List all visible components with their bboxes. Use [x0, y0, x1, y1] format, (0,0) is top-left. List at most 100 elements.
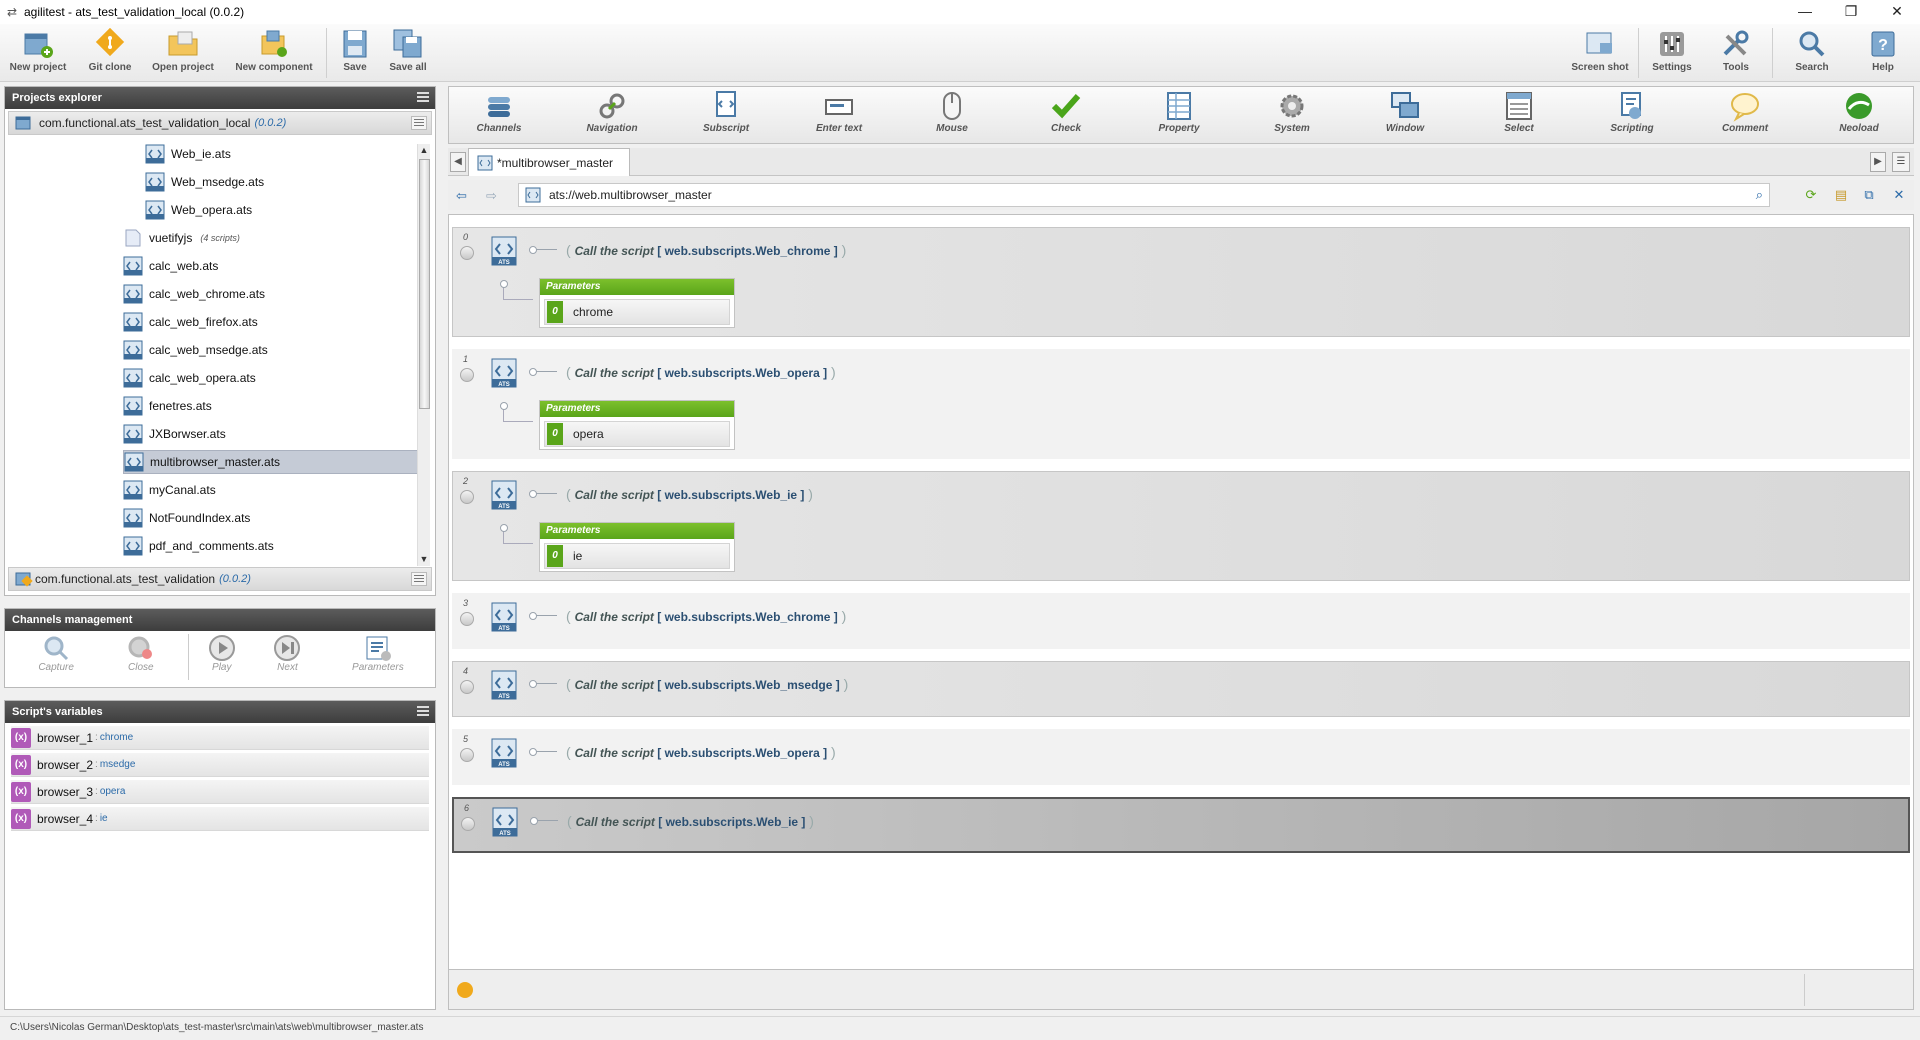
- scroll-thumb[interactable]: [419, 159, 430, 409]
- tab-multibrowser-master[interactable]: *multibrowser_master: [468, 148, 631, 176]
- action-select-button[interactable]: Select: [1469, 89, 1569, 134]
- screenshot-icon: [1586, 32, 1612, 54]
- tree-item[interactable]: NotFoundIndex.ats: [123, 506, 250, 530]
- action-row[interactable]: 5 ATS ( Call the script [ web.subscripts.W…: [452, 729, 1910, 785]
- script-reference[interactable]: [ web.subscripts.Web_chrome ]: [657, 610, 838, 624]
- script-reference[interactable]: [ web.subscripts.Web_opera ]: [657, 746, 827, 760]
- parameter-row[interactable]: 0 ie: [544, 543, 730, 569]
- parameter-row[interactable]: 0 chrome: [544, 299, 730, 325]
- action-scripting-button[interactable]: Scripting: [1582, 89, 1682, 134]
- tree-item[interactable]: fenetres.ats: [123, 394, 212, 418]
- tree-item[interactable]: vuetifyjs (4 scripts): [123, 226, 240, 250]
- action-select-radio[interactable]: [460, 612, 474, 626]
- scroll-down-icon[interactable]: ▼: [418, 553, 430, 566]
- tree-item[interactable]: multibrowser_master.ats: [123, 450, 420, 474]
- action-comment-button[interactable]: Comment: [1695, 89, 1795, 134]
- panel-menu-icon[interactable]: [417, 706, 429, 718]
- action-mouse-button[interactable]: Mouse: [902, 89, 1002, 134]
- save-button[interactable]: Save: [334, 26, 376, 80]
- play-button[interactable]: Play: [189, 631, 254, 683]
- action-row[interactable]: 0 ATS ( Call the script [ web.subscripts.W…: [452, 227, 1910, 337]
- tab-list-icon[interactable]: ☰: [1892, 152, 1910, 172]
- action-select-radio[interactable]: [461, 817, 475, 831]
- action-subscript-button[interactable]: Subscript: [676, 89, 776, 134]
- close-icon[interactable]: ✕: [1874, 0, 1920, 24]
- document-icon[interactable]: ▤: [1832, 186, 1850, 204]
- tree-item[interactable]: pdf_and_comments.ats: [123, 534, 274, 558]
- action-enter-text-button[interactable]: Enter text: [789, 89, 889, 134]
- git-clone-button[interactable]: Git clone: [78, 26, 142, 80]
- next-button[interactable]: Next: [254, 631, 321, 683]
- close-icon[interactable]: ✕: [1890, 186, 1908, 204]
- window-icon: [1391, 92, 1419, 118]
- project-row-local[interactable]: com.functional.ats_test_validation_local…: [8, 111, 432, 135]
- script-reference[interactable]: [ web.subscripts.Web_chrome ]: [657, 244, 838, 258]
- tree-scrollbar[interactable]: ▲ ▼: [417, 144, 430, 566]
- tree-item[interactable]: myCanal.ats: [123, 478, 216, 502]
- action-window-button[interactable]: Window: [1355, 89, 1455, 134]
- script-reference[interactable]: [ web.subscripts.Web_ie ]: [658, 815, 805, 829]
- panel-menu-icon[interactable]: [417, 92, 429, 104]
- save-all-button[interactable]: Save all: [384, 26, 432, 80]
- tools-button[interactable]: Tools: [1708, 26, 1764, 80]
- search-button[interactable]: Search: [1782, 26, 1842, 80]
- screenshot-button[interactable]: Screen shot: [1568, 26, 1632, 80]
- forward-arrow-icon[interactable]: ⇨: [486, 188, 497, 204]
- project-row-remote[interactable]: com.functional.ats_test_validation (0.0.…: [8, 567, 432, 591]
- restore-icon[interactable]: ❐: [1828, 0, 1874, 24]
- scroll-up-icon[interactable]: ▲: [418, 144, 430, 157]
- tree-item[interactable]: calc_web_opera.ats: [123, 366, 256, 390]
- script-reference[interactable]: [ web.subscripts.Web_msedge ]: [657, 678, 840, 692]
- script-reference[interactable]: [ web.subscripts.Web_opera ]: [657, 366, 827, 380]
- action-row[interactable]: 6 ATS ( Call the script [ web.subscripts.W…: [452, 797, 1910, 853]
- action-row[interactable]: 3 ATS ( Call the script [ web.subscripts.W…: [452, 593, 1910, 649]
- minimize-icon[interactable]: —: [1782, 0, 1828, 24]
- action-neoload-button[interactable]: Neoload: [1809, 89, 1909, 134]
- action-select-radio[interactable]: [460, 246, 474, 260]
- project-menu-icon[interactable]: [411, 572, 427, 586]
- tree-item[interactable]: calc_web_msedge.ats: [123, 338, 268, 362]
- action-channels-button[interactable]: Channels: [449, 89, 549, 134]
- tree-item[interactable]: calc_web_chrome.ats: [123, 282, 265, 306]
- tree-item[interactable]: Web_ie.ats: [145, 142, 231, 166]
- parameters-button[interactable]: Parameters: [321, 631, 435, 683]
- script-reference[interactable]: [ web.subscripts.Web_ie ]: [657, 488, 804, 502]
- action-property-button[interactable]: Property: [1129, 89, 1229, 134]
- help-button[interactable]: ? Help: [1858, 26, 1908, 80]
- search-icon[interactable]: ⌕: [1756, 187, 1763, 203]
- tab-prev-icon[interactable]: ◀: [450, 152, 466, 172]
- new-project-button[interactable]: New project: [4, 26, 72, 80]
- action-select-radio[interactable]: [460, 490, 474, 504]
- tree-item[interactable]: Web_msedge.ats: [145, 170, 264, 194]
- copy-icon[interactable]: ⧉: [1860, 186, 1878, 204]
- settings-button[interactable]: Settings: [1644, 26, 1700, 80]
- new-component-button[interactable]: New component: [230, 26, 318, 80]
- tree-item[interactable]: JXBorwser.ats: [123, 422, 226, 446]
- variable-row[interactable]: (x) browser_1: chrome: [11, 726, 429, 750]
- url-field[interactable]: ats://web.multibrowser_master ⌕: [518, 183, 1770, 207]
- action-row[interactable]: 2 ATS ( Call the script [ web.subscripts.W…: [452, 471, 1910, 581]
- parameter-row[interactable]: 0 opera: [544, 421, 730, 447]
- action-select-radio[interactable]: [460, 368, 474, 382]
- close-channel-button[interactable]: Close: [93, 631, 188, 683]
- variable-row[interactable]: (x) browser_3: opera: [11, 780, 429, 804]
- variable-row[interactable]: (x) browser_2: msedge: [11, 753, 429, 777]
- tree-item-label: calc_web_chrome.ats: [149, 287, 266, 301]
- action-row[interactable]: 1 ATS ( Call the script [ web.subscripts.W…: [452, 349, 1910, 459]
- action-check-button[interactable]: Check: [1016, 89, 1116, 134]
- tree-item[interactable]: calc_web_firefox.ats: [123, 310, 258, 334]
- action-select-radio[interactable]: [460, 748, 474, 762]
- open-project-button[interactable]: Open project: [148, 26, 218, 80]
- action-system-button[interactable]: System: [1242, 89, 1342, 134]
- refresh-icon[interactable]: ⟳: [1802, 186, 1820, 204]
- back-arrow-icon[interactable]: ⇦: [456, 188, 467, 204]
- capture-button[interactable]: Capture: [19, 631, 93, 683]
- action-navigation-button[interactable]: Navigation: [562, 89, 662, 134]
- action-select-radio[interactable]: [460, 680, 474, 694]
- tab-next-icon[interactable]: ▶: [1870, 152, 1886, 172]
- action-row[interactable]: 4 ATS ( Call the script [ web.subscripts.W…: [452, 661, 1910, 717]
- tree-item[interactable]: calc_web.ats: [123, 254, 218, 278]
- tree-item[interactable]: Web_opera.ats: [145, 198, 252, 222]
- project-menu-icon[interactable]: [411, 116, 427, 130]
- variable-row[interactable]: (x) browser_4: ie: [11, 807, 429, 831]
